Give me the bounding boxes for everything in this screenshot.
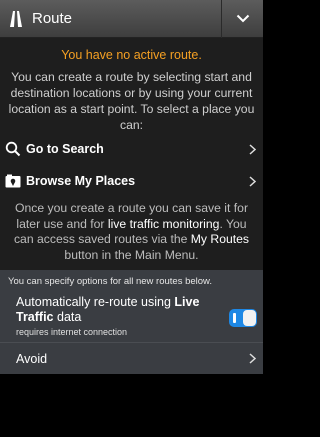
my-routes-text: My Routes bbox=[190, 232, 250, 246]
go-to-search-label: Go to Search bbox=[26, 142, 104, 156]
go-to-search-item[interactable]: Go to Search bbox=[0, 134, 263, 164]
auto-reroute-label: Automatically re-route using Live Traffi… bbox=[16, 295, 216, 325]
avoid-item[interactable]: Avoid bbox=[0, 343, 263, 374]
live-traffic-monitoring-text: live traffic monitoring bbox=[107, 216, 220, 231]
places-icon bbox=[0, 166, 26, 196]
requires-internet-note: requires internet connection bbox=[16, 327, 128, 337]
chevron-right-icon bbox=[241, 175, 263, 187]
route-panel: You have no active route. You can create… bbox=[0, 38, 263, 270]
search-icon bbox=[0, 134, 26, 164]
chevron-right-icon bbox=[241, 353, 263, 364]
road-icon bbox=[0, 0, 32, 38]
toggle-on-mark bbox=[233, 313, 236, 323]
info-text: button in the Main Menu. bbox=[64, 247, 199, 262]
auto-reroute-toggle[interactable] bbox=[229, 309, 257, 327]
options-note: You can specify options for all new rout… bbox=[8, 276, 213, 287]
browse-my-places-label: Browse My Places bbox=[26, 174, 136, 188]
browse-my-places-item[interactable]: Browse My Places bbox=[0, 166, 263, 196]
header-bar: Route bbox=[0, 0, 263, 38]
page-title: Route bbox=[32, 10, 73, 27]
dropdown-menu-button[interactable] bbox=[221, 0, 263, 38]
avoid-label: Avoid bbox=[16, 351, 48, 366]
empty-area bbox=[0, 374, 263, 437]
chevron-down-icon bbox=[236, 10, 250, 28]
no-route-message: You have no active route. bbox=[61, 48, 202, 62]
reroute-text: data bbox=[53, 310, 82, 324]
chevron-right-icon bbox=[241, 143, 263, 155]
reroute-text: Automatically re-route using bbox=[16, 295, 175, 309]
intro-text: You can create a route by selecting star… bbox=[8, 70, 255, 132]
saved-routes-info: Once you create a route you can save it … bbox=[6, 201, 257, 263]
toggle-knob bbox=[243, 310, 256, 326]
route-options-panel: You can specify options for all new rout… bbox=[0, 270, 263, 374]
